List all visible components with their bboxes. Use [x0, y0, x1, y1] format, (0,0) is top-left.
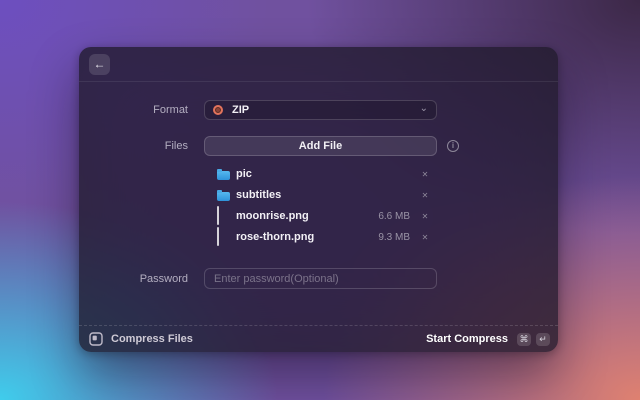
password-input[interactable]: [204, 268, 437, 289]
footer-app-info: Compress Files: [89, 332, 193, 346]
format-dropdown[interactable]: ZIP ⌄: [204, 100, 437, 120]
file-name: pic: [236, 168, 410, 180]
file-list: pic ✕ subtitles ✕ moonrise.png 6.6 MB ✕: [204, 164, 437, 247]
image-thumbnail: [217, 206, 219, 225]
folder-icon: [217, 171, 230, 180]
format-selected-value: ZIP: [232, 104, 420, 116]
password-row: Password: [79, 268, 558, 289]
compress-files-app-icon: [89, 332, 103, 346]
file-size: 6.6 MB: [378, 211, 410, 222]
remove-file-icon[interactable]: ✕: [419, 170, 431, 179]
format-label: Format: [79, 104, 204, 116]
compress-files-window: ← Format ZIP ⌄ Files Add File i: [79, 47, 558, 352]
info-icon[interactable]: i: [447, 140, 459, 152]
password-label: Password: [79, 273, 204, 285]
file-name: moonrise.png: [236, 210, 378, 222]
back-button[interactable]: ←: [89, 54, 110, 75]
add-file-button[interactable]: Add File: [204, 136, 437, 156]
file-name: rose-thorn.png: [236, 231, 378, 243]
footer-actions: Start Compress ⌘ ↵: [426, 333, 550, 346]
file-row-moonrise[interactable]: moonrise.png 6.6 MB ✕: [204, 206, 437, 226]
file-size: 9.3 MB: [378, 232, 410, 243]
files-row: Files Add File i: [79, 136, 558, 156]
files-label: Files: [79, 140, 204, 152]
image-thumbnail: [217, 227, 219, 246]
file-row-subtitles[interactable]: subtitles ✕: [204, 185, 437, 205]
remove-file-icon[interactable]: ✕: [419, 212, 431, 221]
form-area: Format ZIP ⌄ Files Add File i pic ✕: [79, 82, 558, 289]
footer-bar: Compress Files Start Compress ⌘ ↵: [79, 325, 558, 352]
zip-format-icon: [213, 105, 223, 115]
cmd-key-icon: ⌘: [517, 333, 531, 346]
window-header: ←: [79, 47, 558, 82]
enter-key-icon: ↵: [536, 333, 550, 346]
remove-file-icon[interactable]: ✕: [419, 233, 431, 242]
start-compress-button[interactable]: Start Compress: [426, 333, 508, 345]
back-arrow-icon: ←: [94, 54, 106, 75]
chevron-down-icon: ⌄: [420, 104, 428, 114]
folder-icon: [217, 192, 230, 201]
file-row-rose-thorn[interactable]: rose-thorn.png 9.3 MB ✕: [204, 227, 437, 247]
desktop-background: ← Format ZIP ⌄ Files Add File i: [0, 0, 640, 400]
remove-file-icon[interactable]: ✕: [419, 191, 431, 200]
app-name: Compress Files: [111, 333, 193, 345]
file-row-pic[interactable]: pic ✕: [204, 164, 437, 184]
file-name: subtitles: [236, 189, 410, 201]
format-row: Format ZIP ⌄: [79, 100, 558, 120]
